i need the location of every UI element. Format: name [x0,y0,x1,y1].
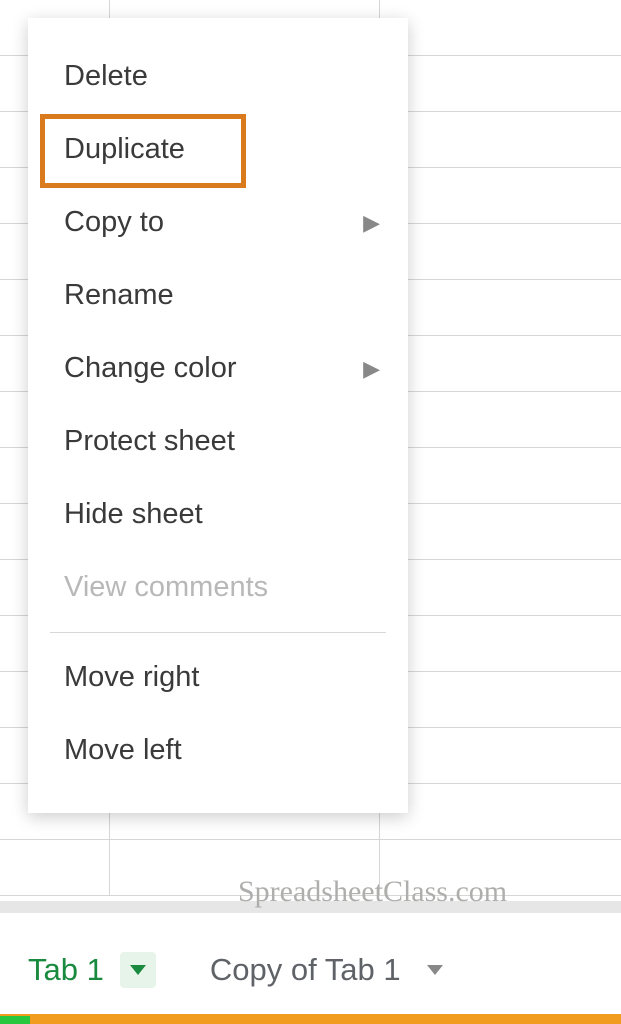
menu-item-label: View comments [64,571,268,604]
menu-item-label: Copy to [64,206,164,239]
menu-item-hide-sheet[interactable]: Hide sheet [28,478,408,551]
menu-item-duplicate[interactable]: Duplicate [28,113,408,186]
sheet-tab-context-menu: Delete Duplicate Copy to ▶ Rename Change… [28,18,408,813]
menu-item-move-right[interactable]: Move right [28,641,408,714]
menu-item-rename[interactable]: Rename [28,259,408,332]
menu-item-label: Change color [64,352,237,385]
chevron-down-icon [130,965,146,975]
sheet-tabs-bar: Tab 1 Copy of Tab 1 [0,914,621,1024]
watermark: SpreadsheetClass.com [238,875,507,909]
sheet-tab-inactive[interactable]: Copy of Tab 1 [182,934,479,1008]
sheet-tab-dropdown-button[interactable] [417,952,453,988]
menu-item-label: Move right [64,661,199,694]
menu-item-view-comments: View comments [28,551,408,624]
chevron-right-icon: ▶ [363,210,380,236]
tab-underline-active [0,1016,30,1024]
menu-item-label: Duplicate [64,133,185,166]
sheet-tab-label: Tab 1 [28,952,104,988]
sheet-tab-dropdown-button[interactable] [120,952,156,988]
menu-item-move-left[interactable]: Move left [28,714,408,787]
chevron-right-icon: ▶ [363,356,380,382]
menu-item-protect-sheet[interactable]: Protect sheet [28,405,408,478]
chevron-down-icon [427,965,443,975]
sheet-tab-label: Copy of Tab 1 [210,952,401,988]
sheet-tab-active[interactable]: Tab 1 [0,934,182,1008]
menu-item-label: Rename [64,279,174,312]
menu-item-change-color[interactable]: Change color ▶ [28,332,408,405]
tab-underline-bar [0,1014,621,1024]
grid-cell[interactable] [0,840,110,895]
menu-item-delete[interactable]: Delete [28,40,408,113]
menu-divider [50,632,386,633]
menu-item-label: Delete [64,60,148,93]
menu-item-label: Move left [64,734,182,767]
menu-item-label: Hide sheet [64,498,203,531]
menu-item-label: Protect sheet [64,425,235,458]
menu-item-copy-to[interactable]: Copy to ▶ [28,186,408,259]
